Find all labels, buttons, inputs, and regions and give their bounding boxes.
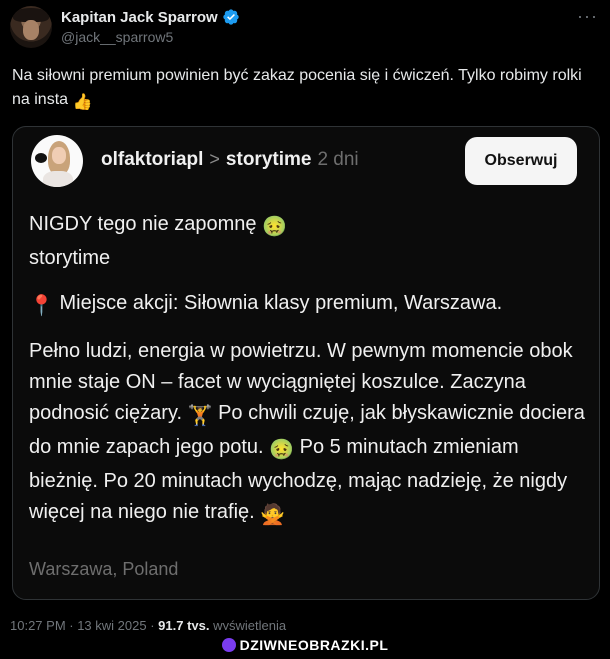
- tweet: Kapitan Jack Sparrow @jack__sparrow5 ···…: [0, 0, 610, 633]
- nauseated-face-icon: 🤢: [262, 216, 288, 238]
- author-name-row: Kapitan Jack Sparrow: [61, 8, 240, 26]
- storytime-line: storytime: [29, 247, 111, 269]
- story-paragraph: Pełno ludzi, energia w powietrzu. W pewn…: [29, 336, 585, 531]
- quoted-username[interactable]: olfaktoriapl: [101, 149, 203, 171]
- post-age: 2 dni: [317, 149, 359, 170]
- nauseated-face-icon: 🤢: [269, 439, 295, 461]
- avatar-body-shape: [43, 171, 73, 187]
- quoted-post-header: olfaktoriapl > storytime 2 dni: [101, 149, 359, 171]
- pin-icon: 📍: [29, 295, 54, 317]
- gesturing-no-icon: 🙅: [260, 504, 286, 526]
- thumbs-up-icon: 👍: [72, 94, 93, 111]
- quoted-post-card[interactable]: olfaktoriapl > storytime 2 dni Obserwuj …: [12, 126, 600, 600]
- verified-badge-icon: [223, 9, 239, 25]
- tweet-text-body: Na siłowni premium powinien być zakaz po…: [12, 67, 582, 108]
- watermark-bar: DZIWNEOBRAZKI.PL: [0, 630, 610, 659]
- chevron-right-icon: >: [209, 149, 220, 169]
- follow-button[interactable]: Obserwuj: [465, 137, 577, 185]
- place-paragraph: 📍 Miejsce akcji: Siłownia klasy premium,…: [29, 288, 585, 322]
- avatar-bow-shape: [35, 153, 47, 163]
- intro-paragraph: NIGDY tego nie zapomnę 🤢 storytime: [29, 209, 585, 274]
- author-handle[interactable]: @jack__sparrow5: [61, 29, 173, 45]
- watermark-text: DZIWNEOBRAZKI.PL: [239, 636, 389, 653]
- weightlifter-icon: 🏋: [187, 405, 213, 427]
- avatar-face-shape: [23, 20, 39, 40]
- avatar-face-shape: [52, 147, 66, 164]
- quoted-post-body: NIGDY tego nie zapomnę 🤢 storytime 📍 Mie…: [29, 209, 585, 545]
- tweet-text: Na siłowni premium powinien być zakaz po…: [12, 64, 592, 115]
- author-display-name[interactable]: Kapitan Jack Sparrow: [61, 9, 218, 26]
- intro-line: NIGDY tego nie zapomnę: [29, 213, 257, 235]
- location-label[interactable]: Warszawa, Poland: [29, 559, 178, 580]
- quoted-author-avatar[interactable]: [31, 135, 83, 187]
- watermark: DZIWNEOBRAZKI.PL: [221, 636, 389, 653]
- topic-link[interactable]: storytime: [226, 149, 312, 171]
- more-options-icon[interactable]: ···: [577, 6, 598, 27]
- author-avatar[interactable]: [10, 6, 52, 48]
- watermark-logo-icon: [221, 637, 236, 652]
- place-line: Miejsce akcji: Siłownia klasy premium, W…: [59, 292, 503, 314]
